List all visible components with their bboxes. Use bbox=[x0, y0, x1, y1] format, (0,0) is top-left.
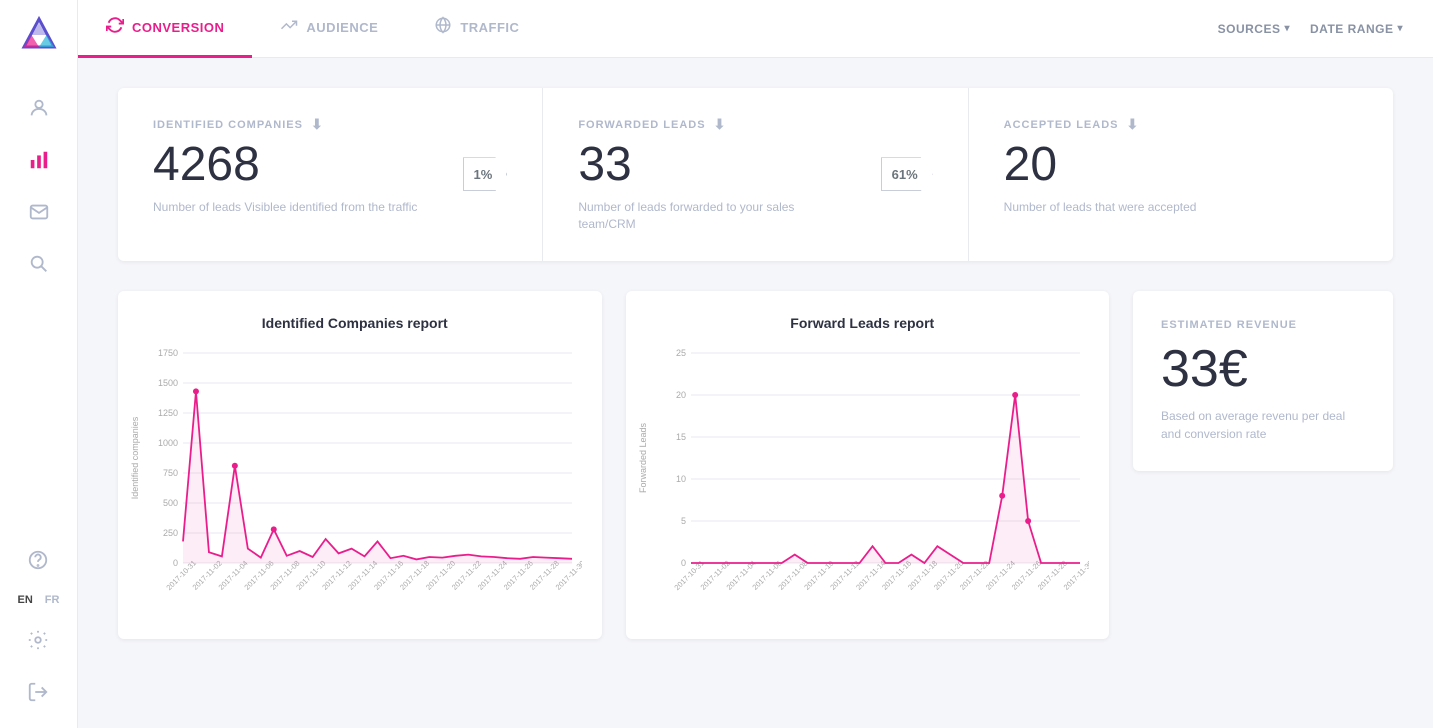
forwarded-leads-info: FORWARDED LEADS ⬇ 33 Number of leads for… bbox=[578, 116, 850, 233]
logout-nav-icon[interactable] bbox=[18, 672, 58, 712]
companies-chart-container: Identified companies 0 250 500 750 1000 1250 15… bbox=[128, 343, 582, 623]
accepted-leads-label: ACCEPTED LEADS ⬇ bbox=[1004, 116, 1358, 133]
audience-tab-icon bbox=[280, 16, 298, 39]
conversion-tab-label: CONVERSION bbox=[132, 20, 224, 35]
main-content: CONVERSION AUDIENCE TRAFFIC SOURCES ▾ bbox=[78, 0, 1433, 728]
sidebar: EN FR bbox=[0, 0, 78, 728]
lang-fr[interactable]: FR bbox=[41, 592, 64, 608]
traffic-tab-icon bbox=[434, 16, 452, 39]
revenue-value: 33€ bbox=[1161, 343, 1365, 395]
accepted-leads-download-icon[interactable]: ⬇ bbox=[1127, 116, 1140, 133]
svg-text:1000: 1000 bbox=[158, 438, 178, 448]
tab-traffic[interactable]: TRAFFIC bbox=[406, 0, 547, 58]
mail-nav-icon[interactable] bbox=[19, 192, 59, 232]
sources-label: SOURCES bbox=[1218, 22, 1281, 36]
svg-text:20: 20 bbox=[675, 390, 685, 400]
date-range-label: DATE RANGE bbox=[1310, 22, 1393, 36]
svg-text:1500: 1500 bbox=[158, 378, 178, 388]
svg-text:25: 25 bbox=[675, 348, 685, 358]
tab-audience[interactable]: AUDIENCE bbox=[252, 0, 406, 58]
svg-text:500: 500 bbox=[163, 498, 178, 508]
charts-row: Identified Companies report Identified c… bbox=[118, 291, 1393, 639]
identified-companies-badge-value: 1% bbox=[463, 157, 508, 191]
audience-tab-label: AUDIENCE bbox=[306, 20, 378, 35]
svg-text:10: 10 bbox=[675, 474, 685, 484]
forwarded-leads-value: 33 bbox=[578, 141, 850, 189]
accepted-leads-value: 20 bbox=[1004, 141, 1358, 189]
companies-chart-card: Identified Companies report Identified c… bbox=[118, 291, 602, 639]
date-range-dropdown[interactable]: DATE RANGE ▾ bbox=[1310, 22, 1403, 36]
svg-text:1250: 1250 bbox=[158, 408, 178, 418]
leads-chart-container: Forwarded Leads05101520252017-10-312017-… bbox=[636, 343, 1090, 623]
svg-text:15: 15 bbox=[675, 432, 685, 442]
svg-text:Forwarded Leads: Forwarded Leads bbox=[638, 422, 648, 493]
date-range-chevron-icon: ▾ bbox=[1397, 23, 1403, 34]
svg-text:750: 750 bbox=[163, 468, 178, 478]
lang-en[interactable]: EN bbox=[14, 592, 37, 608]
forwarded-leads-desc: Number of leads forwarded to your sales … bbox=[578, 199, 850, 233]
accepted-leads-info: ACCEPTED LEADS ⬇ 20 Number of leads that… bbox=[1004, 116, 1358, 216]
identified-companies-label: IDENTIFIED COMPANIES ⬇ bbox=[153, 116, 433, 133]
leads-chart-svg: Forwarded Leads05101520252017-10-312017-… bbox=[636, 343, 1090, 623]
identified-companies-download-icon[interactable]: ⬇ bbox=[311, 116, 324, 133]
svg-text:Identified companies: Identified companies bbox=[130, 416, 140, 499]
svg-text:5: 5 bbox=[680, 516, 685, 526]
accepted-leads-desc: Number of leads that were accepted bbox=[1004, 199, 1358, 216]
page-content: IDENTIFIED COMPANIES ⬇ 4268 Number of le… bbox=[78, 58, 1433, 728]
leads-chart-title: Forward Leads report bbox=[636, 315, 1090, 331]
traffic-tab-label: TRAFFIC bbox=[460, 20, 519, 35]
accepted-leads-card: ACCEPTED LEADS ⬇ 20 Number of leads that… bbox=[969, 88, 1393, 261]
svg-text:0: 0 bbox=[680, 558, 685, 568]
top-navigation: CONVERSION AUDIENCE TRAFFIC SOURCES ▾ bbox=[78, 0, 1433, 58]
revenue-desc: Based on average revenu per deal and con… bbox=[1161, 407, 1365, 443]
companies-chart-title: Identified Companies report bbox=[128, 315, 582, 331]
language-switcher: EN FR bbox=[14, 592, 64, 608]
help-nav-icon[interactable] bbox=[18, 540, 58, 580]
chart-nav-icon[interactable] bbox=[19, 140, 59, 180]
forwarded-leads-card: FORWARDED LEADS ⬇ 33 Number of leads for… bbox=[543, 88, 968, 261]
forwarded-leads-badge-value: 61% bbox=[881, 157, 933, 191]
revenue-card: ESTIMATED REVENUE 33€ Based on average r… bbox=[1133, 291, 1393, 471]
forwarded-leads-download-icon[interactable]: ⬇ bbox=[714, 116, 727, 133]
settings-nav-icon[interactable] bbox=[18, 620, 58, 660]
svg-text:1750: 1750 bbox=[158, 348, 178, 358]
identified-companies-desc: Number of leads Visiblee identified from… bbox=[153, 199, 433, 216]
identified-companies-value: 4268 bbox=[153, 141, 433, 189]
revenue-label: ESTIMATED REVENUE bbox=[1161, 319, 1365, 331]
sources-chevron-icon: ▾ bbox=[1284, 23, 1290, 34]
identified-companies-badge: 1% bbox=[463, 157, 508, 191]
svg-text:250: 250 bbox=[163, 528, 178, 538]
topnav-right-controls: SOURCES ▾ DATE RANGE ▾ bbox=[1218, 22, 1403, 36]
forwarded-leads-label: FORWARDED LEADS ⬇ bbox=[578, 116, 850, 133]
conversion-tab-icon bbox=[106, 16, 124, 39]
identified-companies-card: IDENTIFIED COMPANIES ⬇ 4268 Number of le… bbox=[118, 88, 543, 261]
identified-companies-info: IDENTIFIED COMPANIES ⬇ 4268 Number of le… bbox=[153, 116, 433, 216]
svg-text:0: 0 bbox=[173, 558, 178, 568]
sources-dropdown[interactable]: SOURCES ▾ bbox=[1218, 22, 1290, 36]
companies-chart-svg: Identified companies 0 250 500 750 1000 1250 15… bbox=[128, 343, 582, 623]
leads-chart-card: Forward Leads report Forwarded Leads 0 5 10… bbox=[626, 291, 1110, 639]
stats-cards: IDENTIFIED COMPANIES ⬇ 4268 Number of le… bbox=[118, 88, 1393, 261]
app-logo[interactable] bbox=[18, 15, 60, 62]
person-nav-icon[interactable] bbox=[19, 88, 59, 128]
search-nav-icon[interactable] bbox=[19, 244, 59, 284]
tab-conversion[interactable]: CONVERSION bbox=[78, 0, 252, 58]
forwarded-leads-badge: 61% bbox=[881, 157, 933, 191]
